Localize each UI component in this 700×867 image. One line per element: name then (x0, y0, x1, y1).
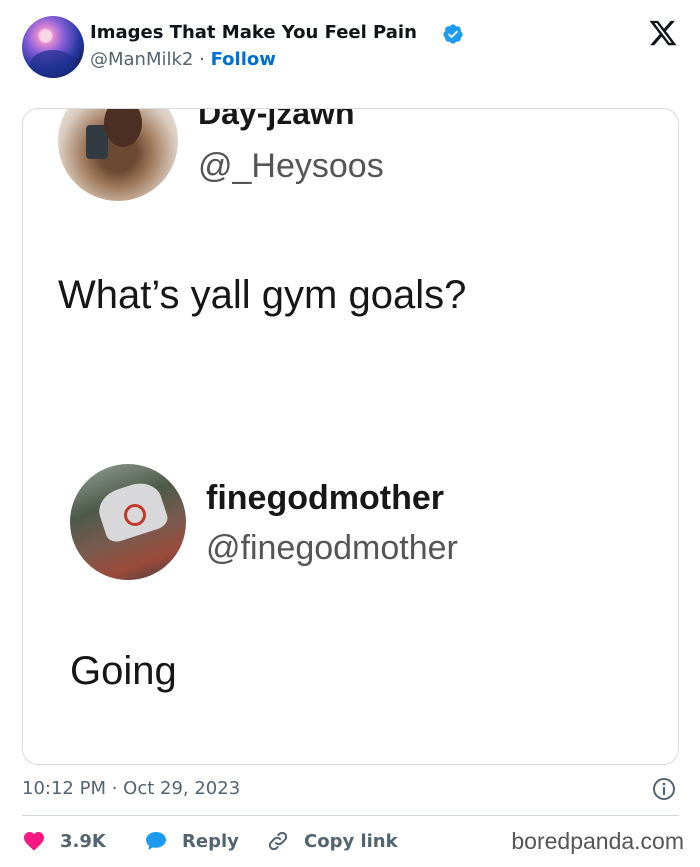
like-count: 3.9K (60, 830, 106, 852)
divider (22, 815, 679, 816)
info-icon[interactable] (652, 777, 676, 801)
follow-button[interactable]: Follow (211, 49, 276, 70)
embedded-text-1: What’s yall gym goals? (58, 273, 467, 317)
x-logo-icon[interactable] (648, 18, 678, 48)
embedded-screenshot[interactable]: Day-jzawn @_Heysoos What’s yall gym goal… (22, 108, 679, 765)
watermark: boredpanda.com (511, 828, 684, 854)
author-handle[interactable]: @ManMilk2 (90, 49, 193, 70)
copy-link-button[interactable]: Copy link (266, 826, 398, 856)
tweet-header: Images That Make You Feel Pain @ManMilk2… (22, 16, 682, 80)
embedded-name-1: Day-jzawn (198, 108, 355, 131)
author-handle-line: @ManMilk2 · Follow (90, 49, 276, 70)
author-name[interactable]: Images That Make You Feel Pain (90, 22, 417, 43)
tweet-timestamp[interactable]: 10:12 PM · Oct 29, 2023 (22, 778, 240, 799)
embedded-name-2: finegodmother (206, 479, 444, 517)
embedded-handle-1: @_Heysoos (198, 147, 384, 185)
reply-label: Reply (182, 830, 239, 852)
separator-dot: · (199, 49, 205, 70)
embedded-avatar-1 (58, 109, 178, 201)
reply-bubble-icon (146, 832, 166, 850)
embedded-text-2: Going (70, 649, 177, 693)
embedded-avatar-2 (70, 464, 186, 580)
verified-badge-icon (443, 24, 463, 44)
heart-icon (24, 832, 44, 851)
embedded-handle-2: @finegodmother (206, 529, 458, 567)
like-button[interactable]: 3.9K (22, 826, 106, 856)
copy-link-label: Copy link (304, 830, 398, 852)
reply-button[interactable]: Reply (144, 826, 239, 856)
author-avatar[interactable] (22, 16, 84, 78)
link-icon (268, 831, 288, 851)
